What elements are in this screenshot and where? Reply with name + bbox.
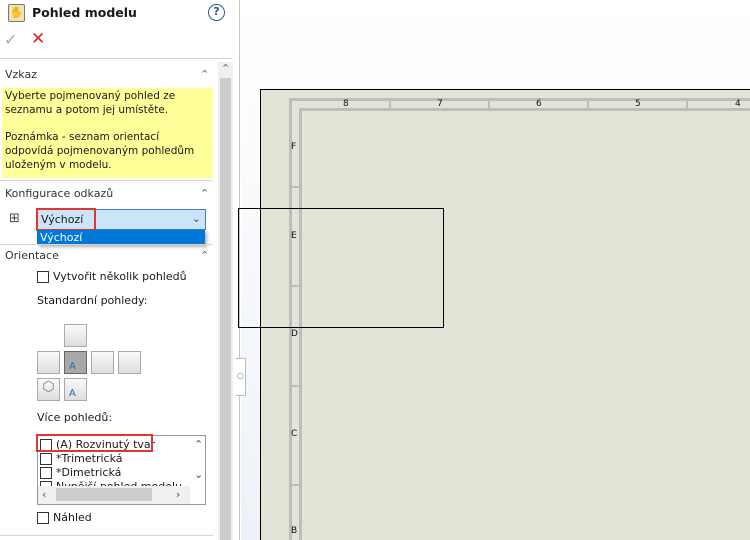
orientation-header[interactable]: Orientace	[5, 249, 59, 262]
property-manager-panel: ✋ Pohled modelu ? ✓ ✕ ⌃ Vzkaz ⌃ Vyberte …	[0, 0, 240, 540]
config-option[interactable]: Výchozí	[37, 230, 205, 245]
preview-label: Náhled	[53, 511, 92, 524]
scroll-up-arrow[interactable]: ⌃	[221, 62, 230, 75]
scroll-up-arrow[interactable]: ⌃	[194, 438, 203, 451]
list-item[interactable]: *Trimetrická	[40, 452, 182, 466]
row-tick	[289, 186, 301, 188]
row-tick	[289, 484, 301, 486]
horizontal-scroll-thumb[interactable]	[56, 488, 152, 501]
standard-views-label: Standardní pohledy:	[37, 294, 148, 307]
chevron-down-icon: ⌄	[191, 212, 201, 225]
collapse-orientation-icon[interactable]: ⌃	[200, 249, 209, 262]
row-label: B	[291, 526, 298, 536]
column-label: 8	[343, 99, 349, 109]
checkbox[interactable]	[37, 271, 49, 283]
panel-collapse-handle[interactable]: ○	[236, 358, 246, 396]
divider	[0, 180, 213, 181]
column-tick	[587, 98, 589, 110]
message-line1: Vyberte pojmenovaný pohled ze seznamu a …	[5, 90, 176, 116]
column-tick	[488, 98, 490, 110]
view-placement-rectangle	[238, 208, 444, 328]
list-item-label: *Trimetrická	[56, 452, 123, 465]
column-label: 7	[437, 99, 443, 109]
column-label: 4	[735, 99, 741, 109]
message-header[interactable]: Vzkaz	[5, 68, 37, 81]
view-left-button[interactable]	[37, 351, 60, 374]
more-views-label: Více pohledů:	[37, 411, 113, 424]
cancel-x-icon[interactable]: ✕	[31, 29, 45, 49]
checkbox[interactable]	[37, 512, 49, 524]
border-line	[299, 108, 750, 111]
view-back-button[interactable]	[118, 351, 141, 374]
vertical-scrollbar[interactable]: ⌃ ⌄	[190, 436, 205, 504]
collapse-message-icon[interactable]: ⌃	[200, 68, 209, 81]
row-label: D	[291, 329, 298, 339]
multiple-views-label: Vytvořit několik pohledů	[53, 270, 187, 283]
row-label: F	[291, 142, 297, 152]
divider	[0, 535, 213, 536]
help-icon[interactable]: ?	[208, 4, 225, 21]
divider	[0, 244, 213, 245]
view-isometric-button[interactable]: ⬡	[37, 378, 60, 401]
multiple-views-checkbox[interactable]: Vytvořit několik pohledů	[37, 270, 187, 283]
scroll-right-arrow[interactable]: ›	[176, 488, 180, 501]
column-label: 5	[635, 99, 641, 109]
highlight-box	[36, 434, 153, 452]
row-tick	[289, 385, 301, 387]
message-box: Vyberte pojmenovaný pohled ze seznamu a …	[2, 88, 213, 178]
column-tick	[389, 98, 391, 110]
column-tick	[686, 98, 688, 110]
row-label: C	[291, 429, 298, 439]
view-top-button[interactable]	[64, 324, 87, 347]
config-header[interactable]: Konfigurace odkazů	[5, 187, 113, 200]
view-right-button[interactable]	[91, 351, 114, 374]
column-label: 6	[536, 99, 542, 109]
message-line2: Poznámka - seznam orientací odpovídá poj…	[5, 131, 195, 171]
panel-title: Pohled modelu	[32, 5, 137, 20]
scrollbar-thumb[interactable]	[220, 78, 231, 540]
highlight-box	[36, 208, 96, 231]
horizontal-scrollbar[interactable]: ‹ ›	[38, 486, 190, 504]
scroll-down-arrow[interactable]: ⌄	[194, 468, 203, 481]
configuration-tree-icon: ⊞	[9, 211, 20, 226]
border-line	[289, 98, 750, 101]
view-front-button[interactable]: A	[64, 351, 87, 374]
view-bottom-button[interactable]: A	[64, 378, 87, 401]
list-item[interactable]: *Dimetrická	[40, 466, 182, 480]
list-item-label: *Dimetrická	[56, 466, 122, 479]
scroll-left-arrow[interactable]: ‹	[42, 488, 46, 501]
divider	[0, 58, 232, 59]
preview-checkbox[interactable]: Náhled	[37, 511, 92, 524]
ok-checkmark-icon[interactable]: ✓	[4, 30, 17, 49]
model-view-icon: ✋	[8, 4, 25, 22]
collapse-config-icon[interactable]: ⌃	[200, 187, 209, 200]
